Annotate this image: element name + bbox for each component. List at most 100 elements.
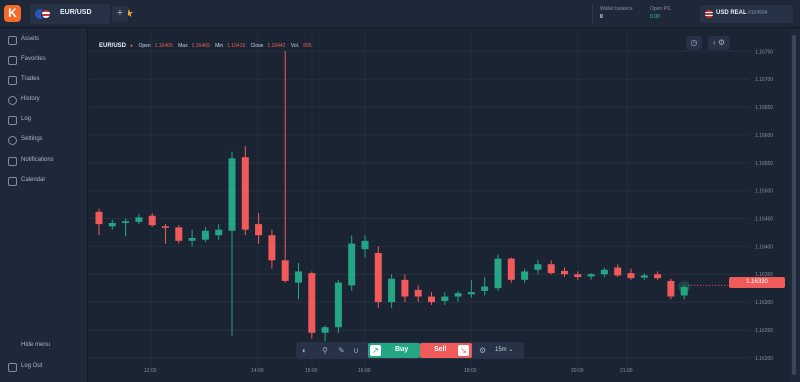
logout-label: Log Out bbox=[21, 363, 43, 369]
current-price-label: 1.16330 bbox=[729, 277, 785, 288]
candle-body bbox=[108, 222, 116, 227]
sidebar-item-history[interactable]: History bbox=[0, 93, 88, 109]
trades-icon bbox=[8, 76, 17, 85]
candle-body bbox=[614, 267, 622, 276]
magnet-icon[interactable]: ∪ bbox=[353, 346, 359, 355]
candle-body bbox=[162, 226, 169, 228]
candle-body bbox=[401, 279, 409, 297]
candle-body bbox=[255, 224, 263, 236]
timeframe-selector[interactable]: 15m ⌄ bbox=[495, 346, 513, 353]
logout-icon bbox=[8, 363, 17, 372]
hide-menu-button[interactable]: Hide menu bbox=[21, 342, 50, 348]
indicators-icon[interactable]: ⚲ bbox=[322, 346, 328, 355]
candle-body bbox=[547, 264, 555, 274]
assets-icon bbox=[8, 36, 17, 45]
candle-body bbox=[228, 158, 236, 231]
candle-body bbox=[295, 271, 302, 283]
candle-body bbox=[308, 273, 316, 333]
price-tick-label: 1.16700 bbox=[755, 77, 773, 83]
sidebar: Assets Favorites Trades History Log Sett… bbox=[0, 29, 88, 382]
us-flag-icon bbox=[705, 10, 713, 18]
vol-value: 895 bbox=[303, 43, 312, 49]
calendar-icon bbox=[8, 177, 17, 186]
half-circle-icon[interactable]: ◐ bbox=[302, 346, 307, 355]
candle-body bbox=[348, 243, 356, 286]
candle-body bbox=[467, 292, 475, 295]
account-selector[interactable]: USD REAL #104904 bbox=[700, 5, 793, 23]
sidebar-item-calendar[interactable]: Calendar bbox=[0, 174, 88, 190]
candle-body bbox=[561, 270, 568, 275]
candle-body bbox=[175, 227, 183, 241]
history-icon bbox=[8, 96, 17, 105]
candle-body bbox=[507, 258, 515, 280]
candle-body bbox=[361, 240, 369, 250]
sell-label: Sell bbox=[434, 346, 447, 353]
price-tick-label: 1.16450 bbox=[755, 217, 773, 223]
candle-body bbox=[241, 157, 249, 230]
logout-button[interactable]: Log Out bbox=[0, 360, 88, 374]
close-label: Close bbox=[250, 43, 264, 49]
live-dot-icon: ● bbox=[130, 43, 134, 49]
time-tick-label: 15:00 bbox=[305, 368, 318, 374]
open-pl-value: 0.00 bbox=[650, 14, 660, 20]
sidebar-item-settings[interactable]: Settings bbox=[0, 133, 88, 149]
log-icon bbox=[8, 116, 17, 125]
scrollbar-thumb[interactable] bbox=[792, 35, 796, 375]
us-flag-icon bbox=[41, 9, 51, 19]
candle-body bbox=[148, 215, 156, 226]
sidebar-item-label: Assets bbox=[21, 36, 40, 42]
candle-body bbox=[428, 296, 435, 303]
candle-body bbox=[281, 260, 289, 281]
candle-body bbox=[122, 221, 130, 223]
account-id: #104904 bbox=[748, 10, 768, 16]
sell-button[interactable]: Sell ↘ bbox=[420, 343, 472, 358]
open-value: 1.16465 bbox=[154, 43, 173, 49]
sidebar-item-label: History bbox=[21, 96, 40, 102]
candle-body bbox=[534, 264, 542, 270]
price-tick-label: 1.16750 bbox=[755, 49, 773, 55]
candle-body bbox=[521, 271, 529, 280]
sidebar-item-notifications[interactable]: Notifications bbox=[0, 154, 88, 170]
time-tick-label: 16:00 bbox=[358, 368, 371, 374]
candle-body bbox=[654, 274, 662, 279]
time-tick-label: 18:00 bbox=[464, 368, 477, 374]
wallet-balance-label: Wallet balance bbox=[600, 6, 633, 12]
buy-button[interactable]: ↗ Buy bbox=[368, 343, 420, 358]
chart-area[interactable]: 12:00 14:00 15:00 16:00 18:00 20:00 21:00 EUR/… bbox=[89, 29, 749, 382]
candle-body bbox=[640, 275, 648, 278]
candle-body bbox=[627, 273, 635, 279]
live-glow bbox=[678, 281, 691, 294]
candle-body bbox=[587, 274, 595, 277]
add-tab-button[interactable]: + bbox=[112, 6, 128, 22]
chart-settings-button[interactable]: ‹ ⚙ bbox=[708, 36, 730, 50]
candle-body bbox=[574, 274, 582, 278]
asset-tab-label: EUR/USD bbox=[60, 9, 92, 16]
wallet-balance-value: 0 bbox=[600, 14, 603, 20]
sidebar-item-label: Favorites bbox=[21, 56, 46, 62]
sidebar-item-favorites[interactable]: Favorites bbox=[0, 53, 88, 69]
ohlc-readout: EUR/USD ● Open 1.16465 Max 1.16469 Min 1.164… bbox=[99, 43, 316, 49]
sidebar-item-trades[interactable]: Trades bbox=[0, 73, 88, 89]
min-label: Min bbox=[215, 43, 224, 49]
candle-body bbox=[454, 293, 462, 297]
scrollbar[interactable] bbox=[789, 29, 800, 382]
close-value: 1.16442 bbox=[267, 43, 286, 49]
sidebar-item-label: Notifications bbox=[21, 157, 54, 163]
clock-icon[interactable]: ◷ bbox=[686, 36, 702, 50]
min-value: 1.16419 bbox=[227, 43, 246, 49]
gear-icon[interactable]: ⚙ bbox=[479, 346, 486, 355]
sidebar-item-log[interactable]: Log bbox=[0, 113, 88, 129]
logo[interactable]: K bbox=[4, 5, 21, 22]
sidebar-item-label: Settings bbox=[21, 136, 43, 142]
pen-icon[interactable]: ✎ bbox=[338, 346, 345, 355]
candle-body bbox=[201, 230, 209, 240]
sidebar-item-assets[interactable]: Assets bbox=[0, 33, 88, 49]
account-currency: USD REAL bbox=[716, 10, 747, 16]
candlestick-chart[interactable]: 12:00 14:00 15:00 16:00 18:00 20:00 21:00 bbox=[89, 29, 749, 382]
candle-body bbox=[388, 278, 396, 303]
max-label: Max bbox=[178, 43, 188, 49]
asset-tab-eurusd[interactable]: EUR/USD ★ bbox=[30, 4, 134, 24]
candle-body bbox=[600, 269, 608, 275]
arrow-up-right-icon: ↗ bbox=[370, 345, 381, 356]
price-tick-label: 1.16250 bbox=[755, 328, 773, 334]
